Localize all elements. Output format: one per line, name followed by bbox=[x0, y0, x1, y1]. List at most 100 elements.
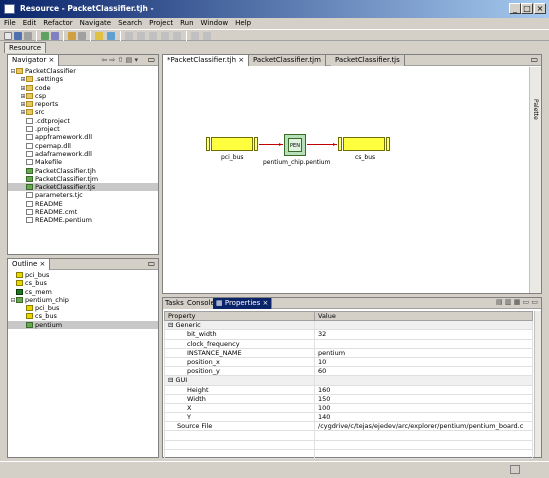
column-value[interactable]: Value bbox=[314, 310, 533, 322]
tree-item[interactable]: PacketClassifier.tjm bbox=[8, 175, 158, 183]
nav-toolbar-icons[interactable]: ⇦ ⇨ ⇧ ▤ ▾ bbox=[101, 56, 138, 64]
property-row[interactable]: INSTANCE_NAME pentium bbox=[164, 347, 533, 358]
tree-item[interactable]: pci_bus bbox=[8, 304, 158, 312]
tab-outline[interactable]: Outline × bbox=[8, 259, 51, 270]
minimize-view-icon[interactable]: ▭ bbox=[147, 55, 155, 64]
tree-item[interactable]: README.pentium bbox=[8, 216, 158, 224]
new-icon[interactable] bbox=[4, 32, 12, 40]
menu-run[interactable]: Run bbox=[176, 18, 196, 27]
tree-item[interactable]: .cdtproject bbox=[8, 117, 158, 125]
tree-item[interactable]: ⊟ PacketClassifier bbox=[8, 67, 158, 75]
property-row[interactable]: Source File/cygdrive/c/tejas/ejedev/arc/… bbox=[164, 421, 533, 432]
palette-strip[interactable]: Palette bbox=[529, 67, 541, 293]
property-value[interactable]: 60 bbox=[314, 366, 533, 377]
property-value[interactable]: 160 bbox=[314, 384, 533, 395]
property-row[interactable]: position_x 10 bbox=[164, 356, 533, 368]
pentium-chip-block[interactable]: PEN bbox=[284, 134, 306, 156]
tab-properties[interactable]: ▦ Properties × bbox=[213, 298, 273, 309]
property-row[interactable]: Y 140 bbox=[164, 412, 533, 423]
tree-item[interactable]: ⊞ .settings bbox=[8, 75, 158, 83]
menu-search[interactable]: Search bbox=[114, 18, 145, 27]
property-row[interactable]: Height 160 bbox=[164, 384, 533, 395]
cs-bus-block[interactable] bbox=[343, 137, 385, 151]
tree-item[interactable]: pci_bus bbox=[8, 271, 158, 279]
collapse-icon[interactable]: ⊟ bbox=[168, 321, 176, 329]
search-icon[interactable] bbox=[51, 32, 59, 40]
tree-item[interactable]: ⊞ src bbox=[8, 108, 158, 116]
undo-icon[interactable] bbox=[191, 32, 199, 40]
tree-item[interactable]: ⊟ pentium_chip bbox=[8, 296, 158, 304]
open-type-icon[interactable] bbox=[68, 32, 76, 40]
property-row[interactable]: ⊟ GUI bbox=[164, 375, 533, 386]
property-value[interactable]: /cygdrive/c/tejas/ejedev/arc/explorer/pe… bbox=[314, 421, 533, 432]
menu-file[interactable]: File bbox=[0, 18, 19, 27]
property-value[interactable]: pentium bbox=[314, 347, 533, 358]
tree-item[interactable]: pentium bbox=[8, 320, 158, 330]
tab-editor-tjh[interactable]: *PacketClassifier.tjh × bbox=[163, 55, 250, 66]
tree-item[interactable]: ⊞ reports bbox=[8, 100, 158, 108]
maximize-editor-icon[interactable]: ▭ bbox=[530, 55, 538, 64]
maximize-button[interactable]: □ bbox=[521, 3, 533, 14]
property-value[interactable]: 10 bbox=[314, 356, 533, 368]
properties-scrollbar[interactable] bbox=[534, 311, 541, 457]
property-row[interactable]: X 100 bbox=[164, 402, 533, 414]
tree-item[interactable]: Makefile bbox=[8, 158, 158, 166]
redo-icon[interactable] bbox=[203, 32, 211, 40]
diagram-canvas[interactable]: pci_bus ▸ PEN pentium_chip.pentium ▸ cs_… bbox=[163, 67, 529, 293]
column-property[interactable]: Property bbox=[164, 310, 315, 322]
print-icon[interactable] bbox=[24, 32, 32, 40]
pci-bus-block[interactable] bbox=[211, 137, 253, 151]
properties-toolbar-icons[interactable]: ▤ ▥ ▦ ▭ ▭ bbox=[496, 298, 538, 306]
tree-item[interactable]: README.cmt bbox=[8, 208, 158, 216]
property-value[interactable]: 140 bbox=[314, 412, 533, 423]
property-value[interactable] bbox=[314, 375, 533, 386]
property-row[interactable]: bit_width 32 bbox=[164, 329, 533, 340]
tree-item[interactable]: PacketClassifier.tjs bbox=[8, 183, 158, 192]
close-button[interactable]: × bbox=[534, 3, 546, 14]
tab-editor-tjs[interactable]: PacketClassifier.tjs bbox=[331, 55, 405, 66]
menu-project[interactable]: Project bbox=[145, 18, 176, 27]
tab-tasks[interactable]: Tasks bbox=[163, 298, 187, 309]
run-icon[interactable] bbox=[107, 32, 115, 40]
menu-refactor[interactable]: Refactor bbox=[39, 18, 75, 27]
minimize-view-icon[interactable]: ▭ bbox=[147, 259, 155, 268]
property-value[interactable]: 150 bbox=[314, 393, 533, 404]
forward-icon[interactable] bbox=[137, 32, 145, 40]
tree-item[interactable]: cs_mem bbox=[8, 288, 158, 296]
tree-item[interactable]: appframework.dll bbox=[8, 133, 158, 141]
tree-item[interactable]: PacketClassifier.tjh bbox=[8, 167, 158, 175]
build-icon[interactable] bbox=[41, 32, 49, 40]
property-value[interactable]: 32 bbox=[314, 329, 533, 340]
dropdown-icon[interactable] bbox=[78, 32, 86, 40]
nav-next-icon[interactable] bbox=[161, 32, 169, 40]
collapse-icon[interactable]: ⊟ bbox=[168, 376, 176, 384]
tree-item[interactable]: ⊞ csp bbox=[8, 92, 158, 100]
menu-edit[interactable]: Edit bbox=[19, 18, 40, 27]
property-row[interactable]: position_y 60 bbox=[164, 366, 533, 377]
tree-item[interactable]: ⊞ code bbox=[8, 84, 158, 92]
back-icon[interactable] bbox=[125, 32, 133, 40]
property-value[interactable] bbox=[314, 320, 533, 331]
nav-history-icon[interactable] bbox=[149, 32, 157, 40]
menu-navigate[interactable]: Navigate bbox=[76, 18, 114, 27]
property-row[interactable]: Width 150 bbox=[164, 393, 533, 404]
tree-item[interactable]: cpemap.dll bbox=[8, 142, 158, 150]
tree-item[interactable]: .project bbox=[8, 125, 158, 133]
tab-navigator[interactable]: Navigator × bbox=[8, 55, 60, 66]
tree-item[interactable]: adaframework.dll bbox=[8, 150, 158, 158]
minimize-button[interactable]: _ bbox=[509, 3, 521, 14]
menu-window[interactable]: Window bbox=[197, 18, 232, 27]
property-value[interactable] bbox=[314, 338, 533, 349]
tree-item[interactable]: parameters.tjc bbox=[8, 191, 158, 199]
tree-item[interactable]: README bbox=[8, 200, 158, 208]
tree-item[interactable]: cs_bus bbox=[8, 279, 158, 287]
property-value[interactable]: 100 bbox=[314, 402, 533, 414]
perspective-tab[interactable]: Resource bbox=[4, 42, 47, 53]
nav-prev-icon[interactable] bbox=[173, 32, 181, 40]
folder-icon[interactable] bbox=[95, 32, 103, 40]
save-icon[interactable] bbox=[14, 32, 22, 40]
tree-item[interactable]: cs_bus bbox=[8, 312, 158, 320]
property-row[interactable]: clock_frequency bbox=[164, 338, 533, 349]
property-row[interactable]: ⊟ Generic bbox=[164, 320, 533, 331]
tab-editor-tjm[interactable]: PacketClassifier.tjm bbox=[249, 55, 326, 66]
